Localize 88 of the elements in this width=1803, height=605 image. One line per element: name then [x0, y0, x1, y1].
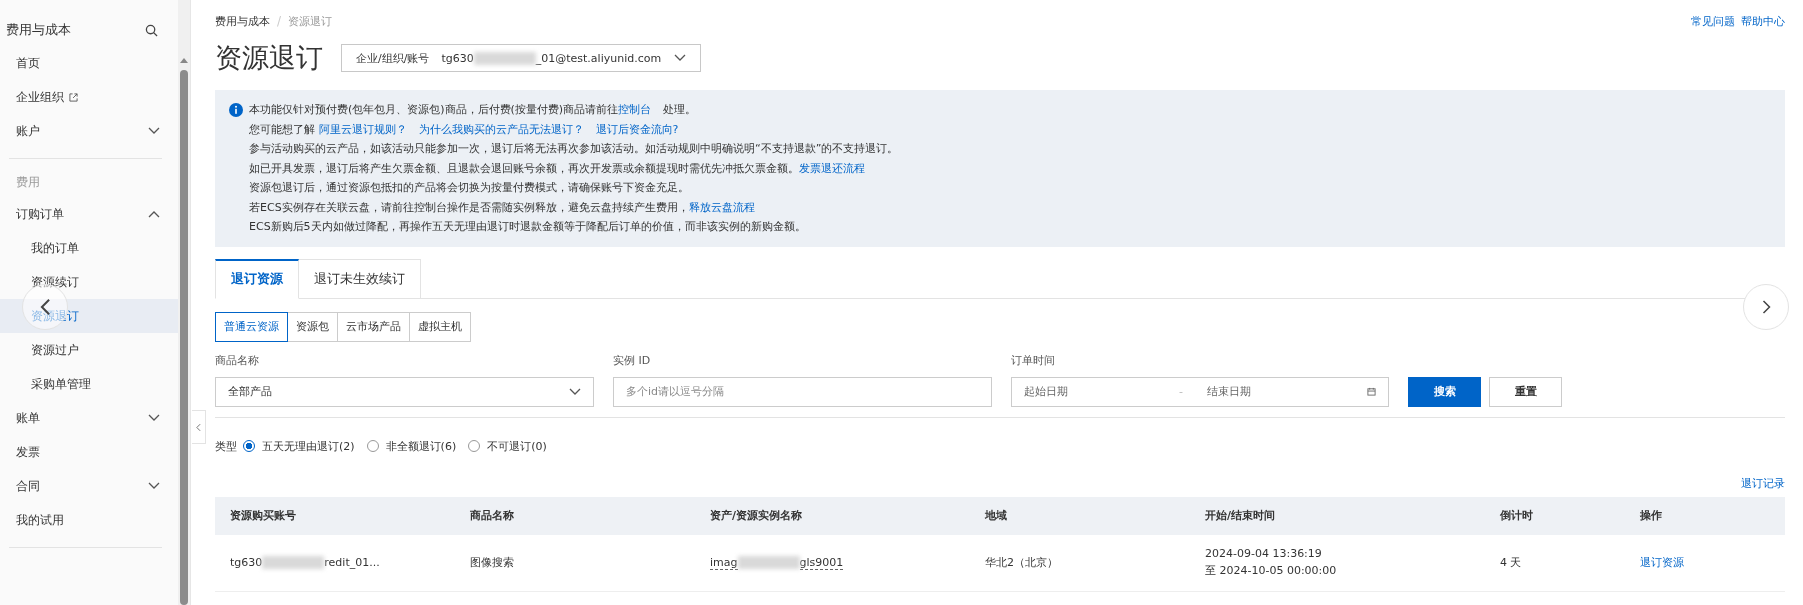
chevron-down-icon [148, 414, 160, 422]
start-time: 2024-09-04 13:36:19 [1205, 547, 1322, 560]
instance-name-suffix[interactable]: gls9001 [799, 555, 844, 570]
table-cell: 4 天 [1500, 555, 1522, 570]
segment-tab[interactable]: 普通云资源 [215, 311, 288, 342]
notice-text: 您可能想了解 阿里云退订规则？ 为什么我购买的云产品无法退订？ 退订后资金流向? [249, 121, 680, 138]
segment-tab[interactable]: 虚拟主机 [410, 311, 471, 342]
redaction-blur [737, 556, 800, 569]
radio-option[interactable]: 非全额退订(6) [366, 438, 457, 454]
column-header: 商品名称 [469, 508, 515, 524]
end-time: 至 2024-10-05 00:00:00 [1205, 563, 1337, 578]
sidebar-item[interactable]: 我的试用 [0, 503, 178, 537]
sidebar-item[interactable]: 发票 [0, 435, 178, 469]
notice-link[interactable]: 释放云盘流程 [688, 200, 755, 214]
reset-button[interactable]: 重置 [1489, 376, 1562, 407]
notice-text: 如已开具发票，退订后将产生欠票金额、且退款会退回账号余额，再次开发票或余额提现时需优先冲抵欠票金额。发票退还流程 [249, 160, 866, 177]
range-separator: - [1179, 385, 1183, 398]
notice-link[interactable]: 退订后资金流向? [595, 122, 679, 136]
notice-text: 资源包退订后，通过资源包抵扣的产品将会切换为按量付费模式，请确保账号下资金充足。 [249, 180, 689, 196]
column-header: 倒计时 [1499, 508, 1534, 524]
breadcrumb-item[interactable]: 费用与成本 [215, 14, 270, 28]
filter-label: 类型 [215, 438, 237, 454]
table-cell: 华北2（北京） [985, 555, 1058, 570]
sidebar-item[interactable]: 合同 [0, 469, 178, 503]
sidebar-item[interactable]: 账单 [0, 401, 178, 435]
notice-text: 若ECS实例存在关联云盘，请前往控制台操作是否需随实例释放，避免云盘持续产生费用，释放云盘流程 [249, 199, 756, 216]
page-title: 资源退订 [215, 41, 323, 75]
product-select[interactable]: 全部产品 [215, 376, 594, 407]
help-link[interactable]: 常见问题 [1691, 13, 1735, 29]
external-link-icon [69, 92, 78, 102]
sidebar-subitem[interactable]: 我的订单 [0, 231, 178, 265]
sidebar-subitem[interactable]: 资源续订 [0, 265, 178, 299]
field-label: 商品名称 [215, 352, 260, 368]
sidebar-item[interactable]: 订购订单 [0, 197, 178, 231]
account-suffix: redit_01... [324, 556, 380, 569]
sidebar-title: 费用与成本 [6, 21, 71, 39]
scrollbar[interactable] [178, 0, 191, 605]
sidebar-subitem[interactable]: 资源过户 [0, 333, 178, 367]
sidebar-subitem[interactable]: 采购单管理 [0, 367, 178, 401]
notice-link[interactable]: 控制台 [618, 103, 652, 116]
notice-text: ECS新购后5天内如做过降配，再操作五天无理由退订时退款金额等于降配后订单的价值，而非该实例的新购金额。 [249, 219, 806, 235]
radio-option[interactable]: 不可退订(0) [468, 438, 547, 454]
chevron-down-icon [569, 387, 581, 396]
help-link[interactable]: 帮助中心 [1741, 13, 1785, 29]
instance-id-input[interactable]: 多个id请以逗号分隔 [613, 376, 992, 407]
search-button[interactable]: 搜索 [1408, 376, 1481, 407]
info-icon [229, 102, 243, 117]
breadcrumb-separator: / [277, 13, 282, 28]
sidebar-item[interactable]: 首页 [0, 46, 178, 80]
account-prefix: tg630 [230, 556, 263, 569]
redaction-blur [262, 556, 325, 569]
notice-link[interactable]: 为什么我购买的云产品无法退订？ [418, 122, 584, 136]
radio-option[interactable]: 五天无理由退订(2) [243, 438, 355, 454]
redaction-blur [473, 51, 536, 65]
segment-tab[interactable]: 资源包 [288, 311, 338, 342]
sidebar-item[interactable]: 账户 [0, 114, 178, 148]
column-header: 地域 [984, 508, 1008, 524]
notice-link[interactable]: 阿里云退订规则？ [318, 122, 407, 136]
chevron-up-icon [148, 210, 160, 218]
account-select[interactable]: 企业/组织/账号 tg630 _01@test.aliyunid.com [341, 44, 701, 72]
chevron-down-icon [148, 482, 160, 490]
column-header: 资源购买账号 [229, 508, 297, 524]
chevron-left-icon [196, 422, 201, 432]
chevron-right-icon [1761, 299, 1771, 315]
sidebar-item[interactable]: 企业组织 [0, 80, 178, 114]
segment-tab[interactable]: 云市场产品 [338, 311, 410, 342]
breadcrumb-item: 资源退订 [288, 14, 333, 28]
search-icon[interactable] [145, 23, 158, 37]
notice-text: 本功能仅针对预付费(包年包月、资源包)商品，后付费(按量付费)商品请前往控制台 处理。 [249, 102, 697, 118]
date-range-field[interactable]: 起始日期 - 结束日期 [1011, 376, 1389, 407]
tab[interactable]: 退订未生效续订 [299, 258, 421, 299]
calendar-icon [1367, 387, 1376, 396]
notice-link[interactable]: 发票退还流程 [799, 161, 865, 175]
table-cell: 图像搜索 [470, 555, 514, 570]
column-header: 资产/资源实例名称 [709, 508, 804, 524]
instance-name-prefix[interactable]: imag [710, 555, 738, 570]
scroll-up-icon[interactable] [180, 58, 188, 63]
sidebar-section-heading: 费用 [15, 173, 41, 191]
column-header: 操作 [1639, 508, 1663, 524]
refund-record-link[interactable]: 退订记录 [1741, 475, 1785, 491]
chevron-down-icon [148, 127, 160, 135]
field-label: 订单时间 [1011, 352, 1056, 368]
unsubscribe-link[interactable]: 退订资源 [1640, 555, 1684, 570]
column-header: 开始/结束时间 [1204, 508, 1277, 524]
notice-text: 参与活动购买的云产品，如该活动只能参加一次，退订后将无法再次参加该活动。如活动规则中明确说明“不支持退款”的不支持退订。 [249, 141, 899, 157]
field-label: 实例 ID [613, 352, 652, 368]
tab[interactable]: 退订资源 [215, 258, 299, 299]
chevron-down-icon [674, 54, 686, 62]
